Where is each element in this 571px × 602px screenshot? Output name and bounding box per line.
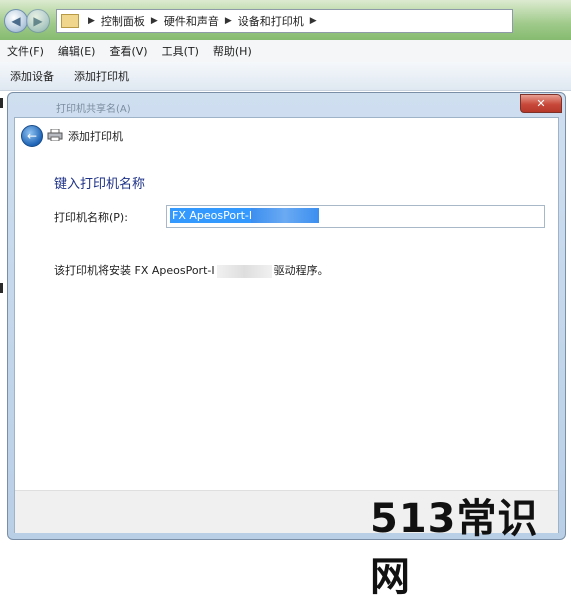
- add-printer-button[interactable]: 添加打印机: [64, 68, 139, 84]
- arrow-right-icon: ▶: [33, 14, 43, 28]
- address-box[interactable]: ▶ 控制面板 ▶ 硬件和声音 ▶ 设备和打印机 ▶: [56, 9, 513, 33]
- folder-icon: [61, 14, 79, 28]
- menu-bar: 文件(F) 编辑(E) 查看(V) 工具(T) 帮助(H): [0, 40, 571, 63]
- driver-install-message: 该打印机将安装 FX ApeosPort-I 驱动程序。: [54, 262, 329, 278]
- wizard-back-button[interactable]: ←: [21, 125, 43, 147]
- menu-tools[interactable]: 工具(T): [155, 43, 206, 59]
- printer-name-value: FX ApeosPort-I: [170, 208, 255, 223]
- address-bar-area: ◀ ▶ ▶ 控制面板 ▶ 硬件和声音 ▶ 设备和打印机 ▶: [0, 0, 571, 40]
- breadcrumb: ▶ 控制面板 ▶ 硬件和声音 ▶ 设备和打印机 ▶: [88, 13, 317, 29]
- forward-nav-button[interactable]: ▶: [26, 9, 50, 33]
- printer-name-label: 打印机名称(P):: [54, 211, 128, 224]
- dialog-title: 打印机共享名(A): [56, 104, 131, 115]
- close-button[interactable]: ✕: [520, 94, 562, 113]
- breadcrumb-control-panel[interactable]: 控制面板: [101, 13, 145, 29]
- close-icon: ✕: [536, 97, 546, 110]
- breadcrumb-devices-printers[interactable]: 设备和打印机: [238, 13, 304, 29]
- page-heading: 键入打印机名称: [54, 177, 146, 192]
- window-edge-marker: [0, 283, 3, 293]
- menu-view[interactable]: 查看(V): [102, 43, 154, 59]
- wizard-title: 添加打印机: [68, 130, 123, 143]
- redacted-model: [216, 264, 272, 278]
- menu-help[interactable]: 帮助(H): [206, 43, 259, 59]
- redacted-selection: [251, 208, 319, 223]
- back-nav-button[interactable]: ◀: [4, 9, 28, 33]
- printer-icon: [47, 129, 63, 141]
- add-printer-dialog: 打印机共享名(A) ✕ ← 添加打印机 键入打印机名称 打印机名称(P): FX…: [7, 92, 566, 540]
- arrow-left-icon: ◀: [11, 14, 21, 28]
- menu-file[interactable]: 文件(F): [0, 43, 51, 59]
- printer-name-input[interactable]: FX ApeosPort-I: [166, 205, 545, 228]
- breadcrumb-hardware-sound[interactable]: 硬件和声音: [164, 13, 219, 29]
- add-device-button[interactable]: 添加设备: [0, 68, 64, 84]
- driver-message-prefix: 该打印机将安装 FX ApeosPort-I: [54, 264, 215, 277]
- arrow-left-icon: ←: [26, 129, 38, 143]
- driver-message-suffix: 驱动程序。: [273, 264, 329, 277]
- toolbar: 添加设备 添加打印机: [0, 62, 571, 91]
- watermark: 513常识网: [370, 496, 539, 600]
- window-edge-marker: [0, 98, 3, 108]
- wizard-content: ← 添加打印机 键入打印机名称 打印机名称(P): FX ApeosPort-I…: [14, 117, 559, 533]
- menu-edit[interactable]: 编辑(E): [51, 43, 103, 59]
